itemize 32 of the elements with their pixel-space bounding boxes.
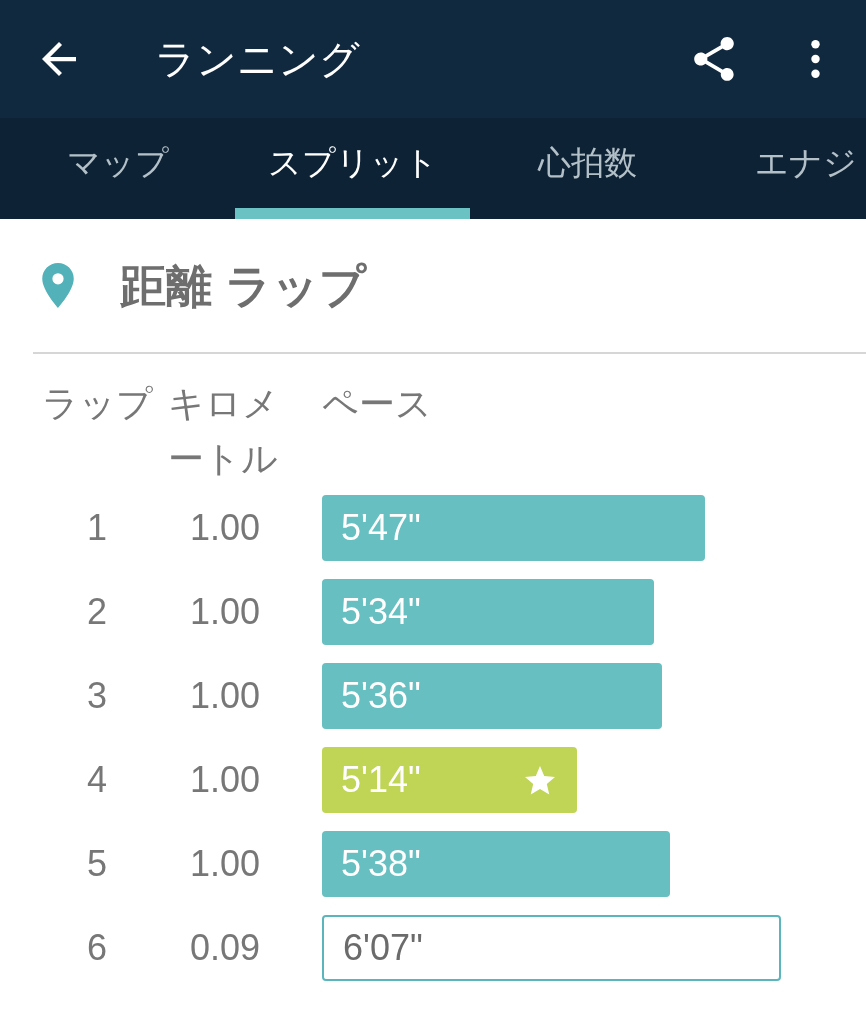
pace-value: 5'34": [341, 590, 421, 634]
distance-value: 1.00: [188, 590, 262, 634]
pace-value: 5'14": [341, 758, 421, 802]
pace-value: 5'38": [341, 842, 421, 886]
lap-number: 1: [86, 506, 108, 550]
lap-number: 3: [86, 674, 108, 718]
tab[interactable]: 心拍数: [470, 118, 705, 219]
distance-value: 0.09: [188, 926, 262, 970]
column-header: ラップ: [42, 382, 152, 426]
lap-number: 5: [86, 842, 108, 886]
distance-value: 1.00: [188, 506, 262, 550]
distance-value: 1.00: [188, 674, 262, 718]
tab[interactable]: エナジ: [705, 118, 866, 219]
lap-number: 6: [86, 926, 108, 970]
share-icon: [694, 37, 734, 81]
map-pin-icon: [42, 263, 74, 308]
distance-value: 1.00: [188, 758, 262, 802]
pace-value: 6'07": [343, 926, 423, 970]
section-title: 距離 ラップ: [120, 262, 366, 309]
more-vertical-icon: [810, 40, 820, 78]
tab[interactable]: スプリット: [235, 118, 470, 219]
pace-value: 5'47": [341, 506, 421, 550]
column-header: ペース: [322, 382, 432, 426]
column-header: キロメートル: [168, 382, 280, 481]
lap-number: 2: [86, 590, 108, 634]
distance-value: 1.00: [188, 842, 262, 886]
back-arrow-icon: [42, 42, 76, 76]
lap-number: 4: [86, 758, 108, 802]
screen-title: ランニング: [155, 39, 360, 79]
pace-value: 5'36": [341, 674, 421, 718]
star-icon: [525, 765, 555, 795]
tab[interactable]: マップ: [0, 118, 235, 219]
